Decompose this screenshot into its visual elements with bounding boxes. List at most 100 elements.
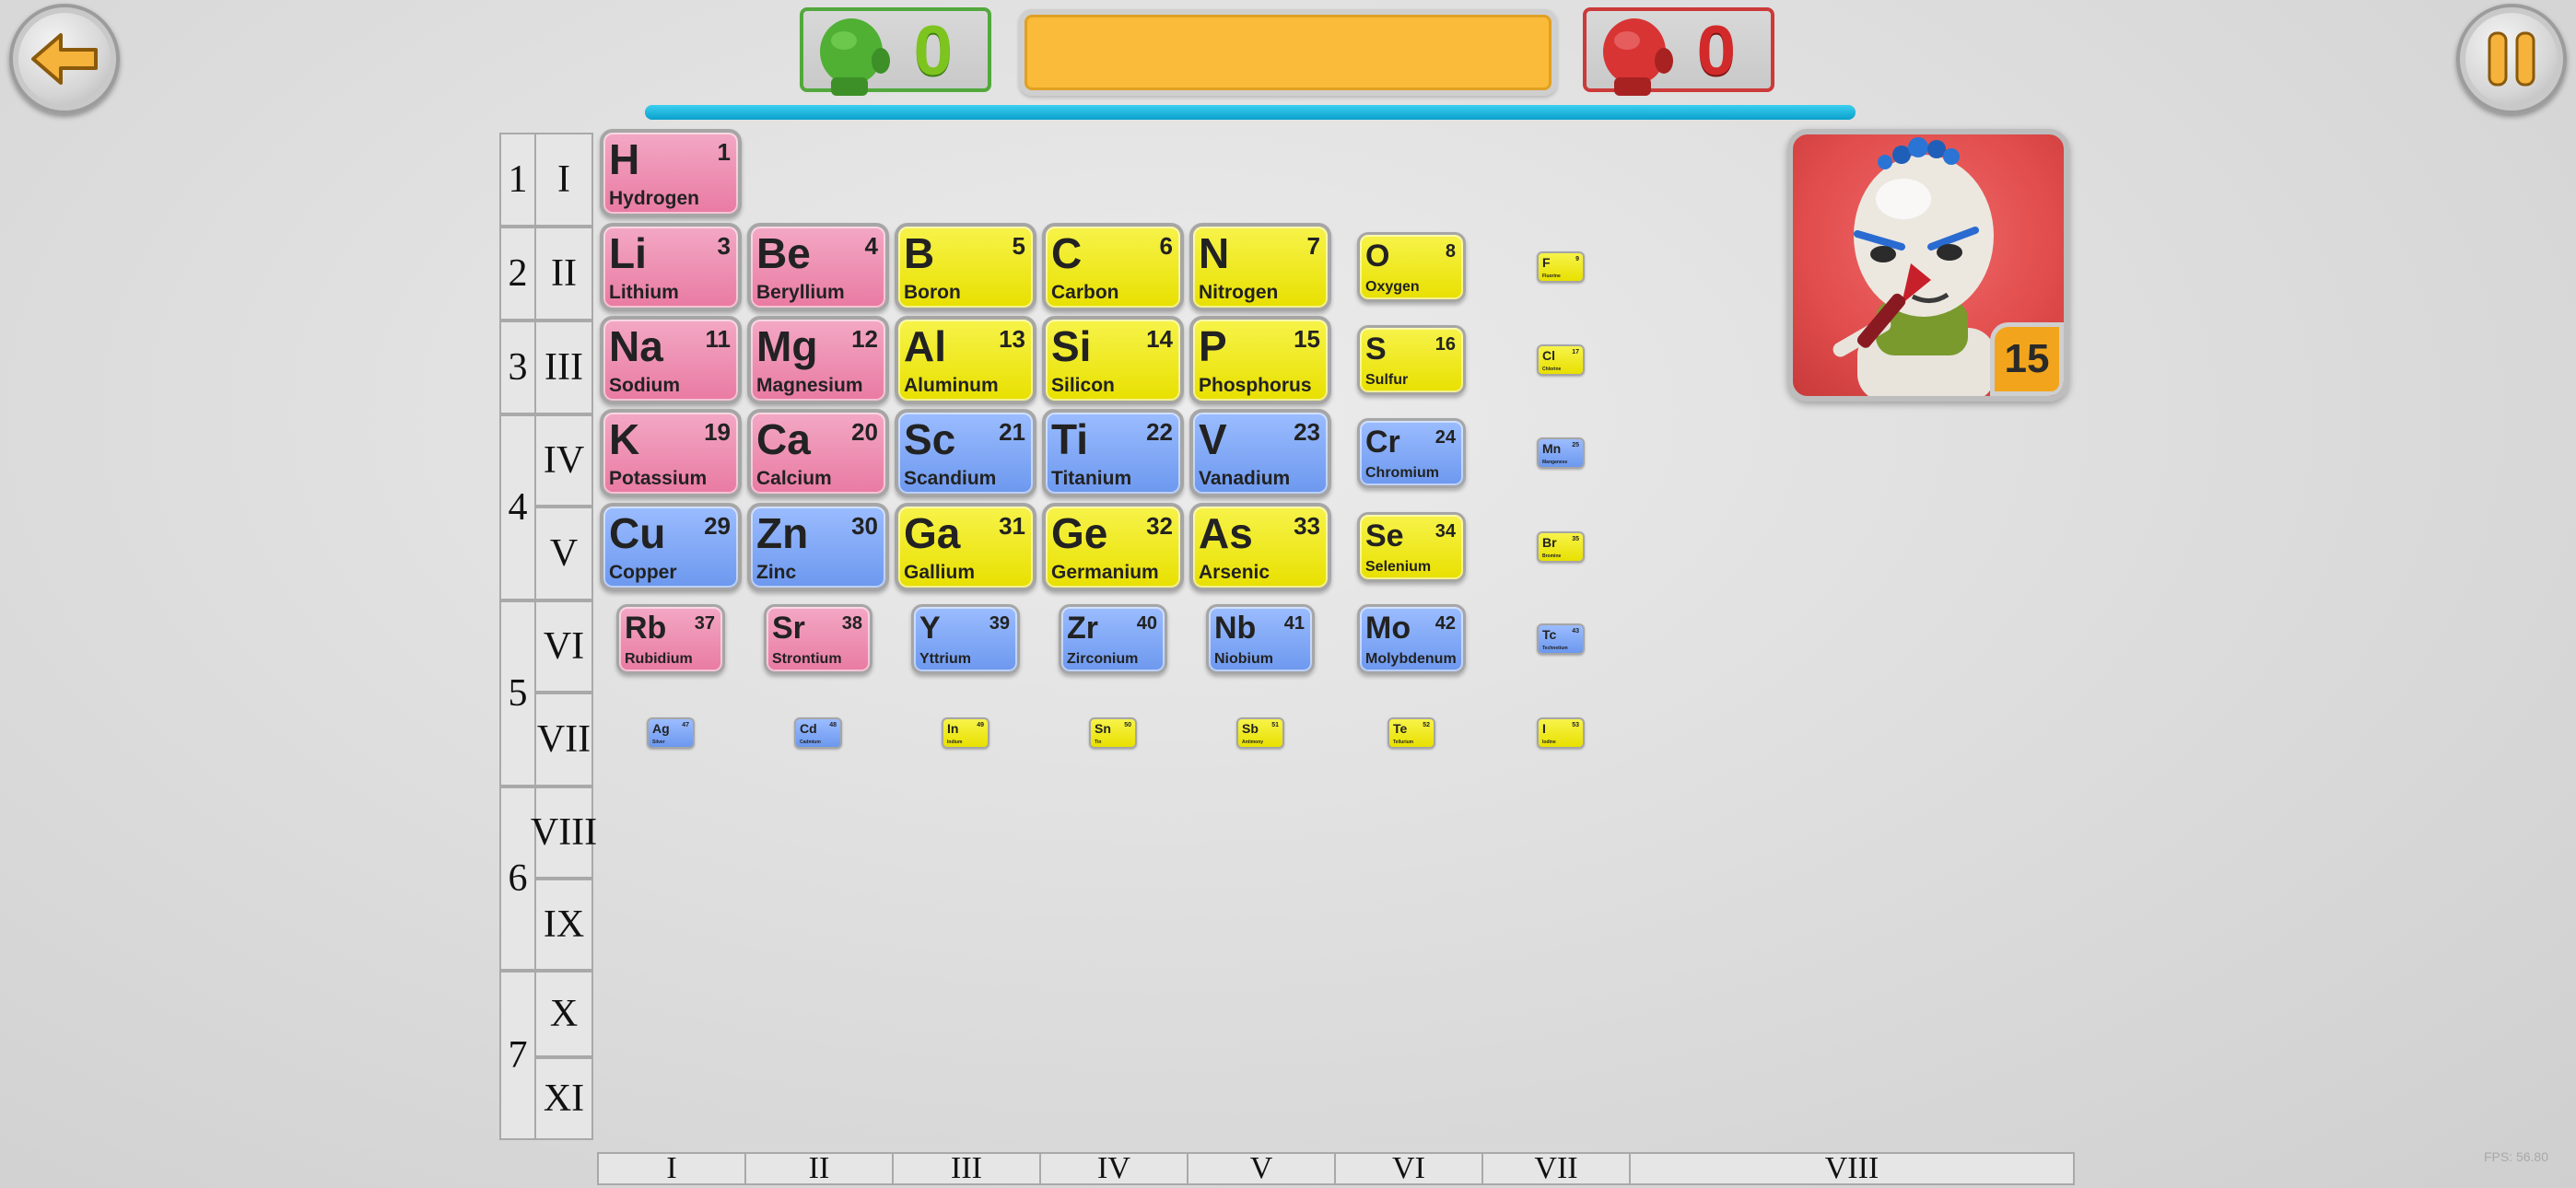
- element-symbol: N: [1199, 229, 1230, 277]
- element-name: Carbon: [1051, 282, 1119, 303]
- element-tile-sc[interactable]: Sc 21 Scandium: [895, 409, 1036, 497]
- element-name: Yttrium: [919, 651, 971, 667]
- element-tile-cl[interactable]: Cl 17 Chlorine: [1537, 344, 1585, 376]
- row-label: III: [534, 320, 593, 414]
- element-number: 7: [1306, 232, 1320, 260]
- element-number: 17: [1572, 349, 1579, 355]
- element-symbol: K: [609, 415, 640, 463]
- element-tile-cr[interactable]: Cr 24 Chromium: [1357, 418, 1466, 488]
- element-tile-li[interactable]: Li 3 Lithium: [600, 223, 742, 311]
- element-tile-c[interactable]: C 6 Carbon: [1042, 223, 1184, 311]
- element-number: 35: [1572, 536, 1579, 542]
- element-symbol: Al: [904, 322, 946, 370]
- element-tile-te[interactable]: Te 52 Tellurium: [1388, 717, 1435, 749]
- element-tile-na[interactable]: Na 11 Sodium: [600, 316, 742, 404]
- group-label: II: [744, 1151, 894, 1185]
- element-symbol: P: [1199, 322, 1227, 370]
- element-tile-mn[interactable]: Mn 25 Manganese: [1537, 437, 1585, 469]
- element-tile-si[interactable]: Si 14 Silicon: [1042, 316, 1184, 404]
- element-symbol: Sb: [1242, 721, 1259, 736]
- element-number: 25: [1572, 442, 1579, 448]
- element-symbol: Mo: [1365, 611, 1411, 646]
- element-tile-p[interactable]: P 15 Phosphorus: [1189, 316, 1331, 404]
- row-label: VIII: [531, 786, 597, 879]
- element-tile-v[interactable]: V 23 Vanadium: [1189, 409, 1331, 497]
- element-name: Cadmium: [800, 740, 821, 745]
- opponent-score-box: 0: [1583, 7, 1774, 96]
- period-label: 7: [499, 971, 536, 1140]
- element-tile-tc[interactable]: Tc 43 Technetium: [1537, 623, 1585, 655]
- element-tile-ga[interactable]: Ga 31 Gallium: [895, 503, 1036, 591]
- element-number: 20: [851, 418, 878, 446]
- group-label: IV: [1039, 1151, 1188, 1185]
- element-tile-s[interactable]: S 16 Sulfur: [1357, 325, 1466, 395]
- element-number: 12: [851, 325, 878, 353]
- element-tile-f[interactable]: F 9 Fluorine: [1537, 251, 1585, 283]
- element-tile-ge[interactable]: Ge 32 Germanium: [1042, 503, 1184, 591]
- element-tile-y[interactable]: Y 39 Yttrium: [911, 604, 1020, 674]
- player-score: 0: [913, 12, 953, 90]
- element-number: 21: [999, 418, 1025, 446]
- element-tile-i[interactable]: I 53 Iodine: [1537, 717, 1585, 749]
- red-head-icon: [1603, 18, 1673, 96]
- element-tile-ca[interactable]: Ca 20 Calcium: [747, 409, 889, 497]
- element-tile-cu[interactable]: Cu 29 Copper: [600, 503, 742, 591]
- group-label: III: [892, 1151, 1041, 1185]
- element-tile-b[interactable]: B 5 Boron: [895, 223, 1036, 311]
- element-name: Chromium: [1365, 465, 1439, 481]
- element-tile-ti[interactable]: Ti 22 Titanium: [1042, 409, 1184, 497]
- element-tile-o[interactable]: O 8 Oxygen: [1357, 232, 1466, 302]
- element-tile-sr[interactable]: Sr 38 Strontium: [764, 604, 872, 674]
- element-name: Scandium: [904, 468, 997, 489]
- element-number: 48: [829, 722, 837, 728]
- element-tile-nb[interactable]: Nb 41 Niobium: [1206, 604, 1315, 674]
- element-tile-mo[interactable]: Mo 42 Molybdenum: [1357, 604, 1466, 674]
- element-tile-ag[interactable]: Ag 47 Silver: [647, 717, 695, 749]
- element-tile-in[interactable]: In 49 Indium: [942, 717, 989, 749]
- element-tile-se[interactable]: Se 34 Selenium: [1357, 512, 1466, 582]
- element-tile-mg[interactable]: Mg 12 Magnesium: [747, 316, 889, 404]
- element-symbol: Cl: [1542, 348, 1555, 363]
- element-tile-sn[interactable]: Sn 50 Tin: [1089, 717, 1137, 749]
- element-tile-n[interactable]: N 7 Nitrogen: [1189, 223, 1331, 311]
- element-tile-sb[interactable]: Sb 51 Antimony: [1236, 717, 1284, 749]
- opponent-score: 0: [1696, 12, 1736, 90]
- element-symbol: C: [1051, 229, 1083, 277]
- element-symbol: O: [1365, 239, 1390, 274]
- element-number: 22: [1146, 418, 1173, 446]
- element-name: Germanium: [1051, 562, 1159, 583]
- row-label: VII: [534, 693, 593, 786]
- element-tile-as[interactable]: As 33 Arsenic: [1189, 503, 1331, 591]
- element-number: 32: [1146, 512, 1173, 540]
- element-name: Selenium: [1365, 559, 1432, 575]
- element-number: 51: [1271, 722, 1279, 728]
- element-name: Rubidium: [625, 651, 693, 667]
- element-number: 24: [1434, 427, 1456, 448]
- element-tile-zr[interactable]: Zr 40 Zirconium: [1059, 604, 1167, 674]
- element-tile-br[interactable]: Br 35 Bromine: [1537, 531, 1585, 563]
- green-head-icon: [820, 18, 890, 96]
- element-name: Calcium: [756, 468, 832, 489]
- element-name: Bromine: [1542, 553, 1562, 559]
- element-name: Strontium: [772, 651, 842, 667]
- group-label: VII: [1481, 1151, 1631, 1185]
- element-tile-zn[interactable]: Zn 30 Zinc: [747, 503, 889, 591]
- element-tile-rb[interactable]: Rb 37 Rubidium: [616, 604, 725, 674]
- element-number: 30: [851, 512, 878, 540]
- element-tile-al[interactable]: Al 13 Aluminum: [895, 316, 1036, 404]
- element-tile-be[interactable]: Be 4 Beryllium: [747, 223, 889, 311]
- pause-button[interactable]: [2456, 4, 2567, 114]
- element-name: Molybdenum: [1365, 651, 1457, 667]
- element-symbol: Y: [919, 611, 941, 646]
- element-symbol: B: [904, 229, 935, 277]
- element-name: Nitrogen: [1199, 282, 1279, 303]
- element-symbol: Ge: [1051, 509, 1108, 557]
- element-symbol: F: [1542, 255, 1551, 270]
- element-name: Vanadium: [1199, 468, 1291, 489]
- element-symbol: As: [1199, 509, 1253, 557]
- element-tile-cd[interactable]: Cd 48 Cadmium: [794, 717, 842, 749]
- element-number: 47: [682, 722, 689, 728]
- element-tile-k[interactable]: K 19 Potassium: [600, 409, 742, 497]
- element-tile-h[interactable]: H 1 Hydrogen: [600, 129, 742, 217]
- back-button[interactable]: [9, 4, 120, 114]
